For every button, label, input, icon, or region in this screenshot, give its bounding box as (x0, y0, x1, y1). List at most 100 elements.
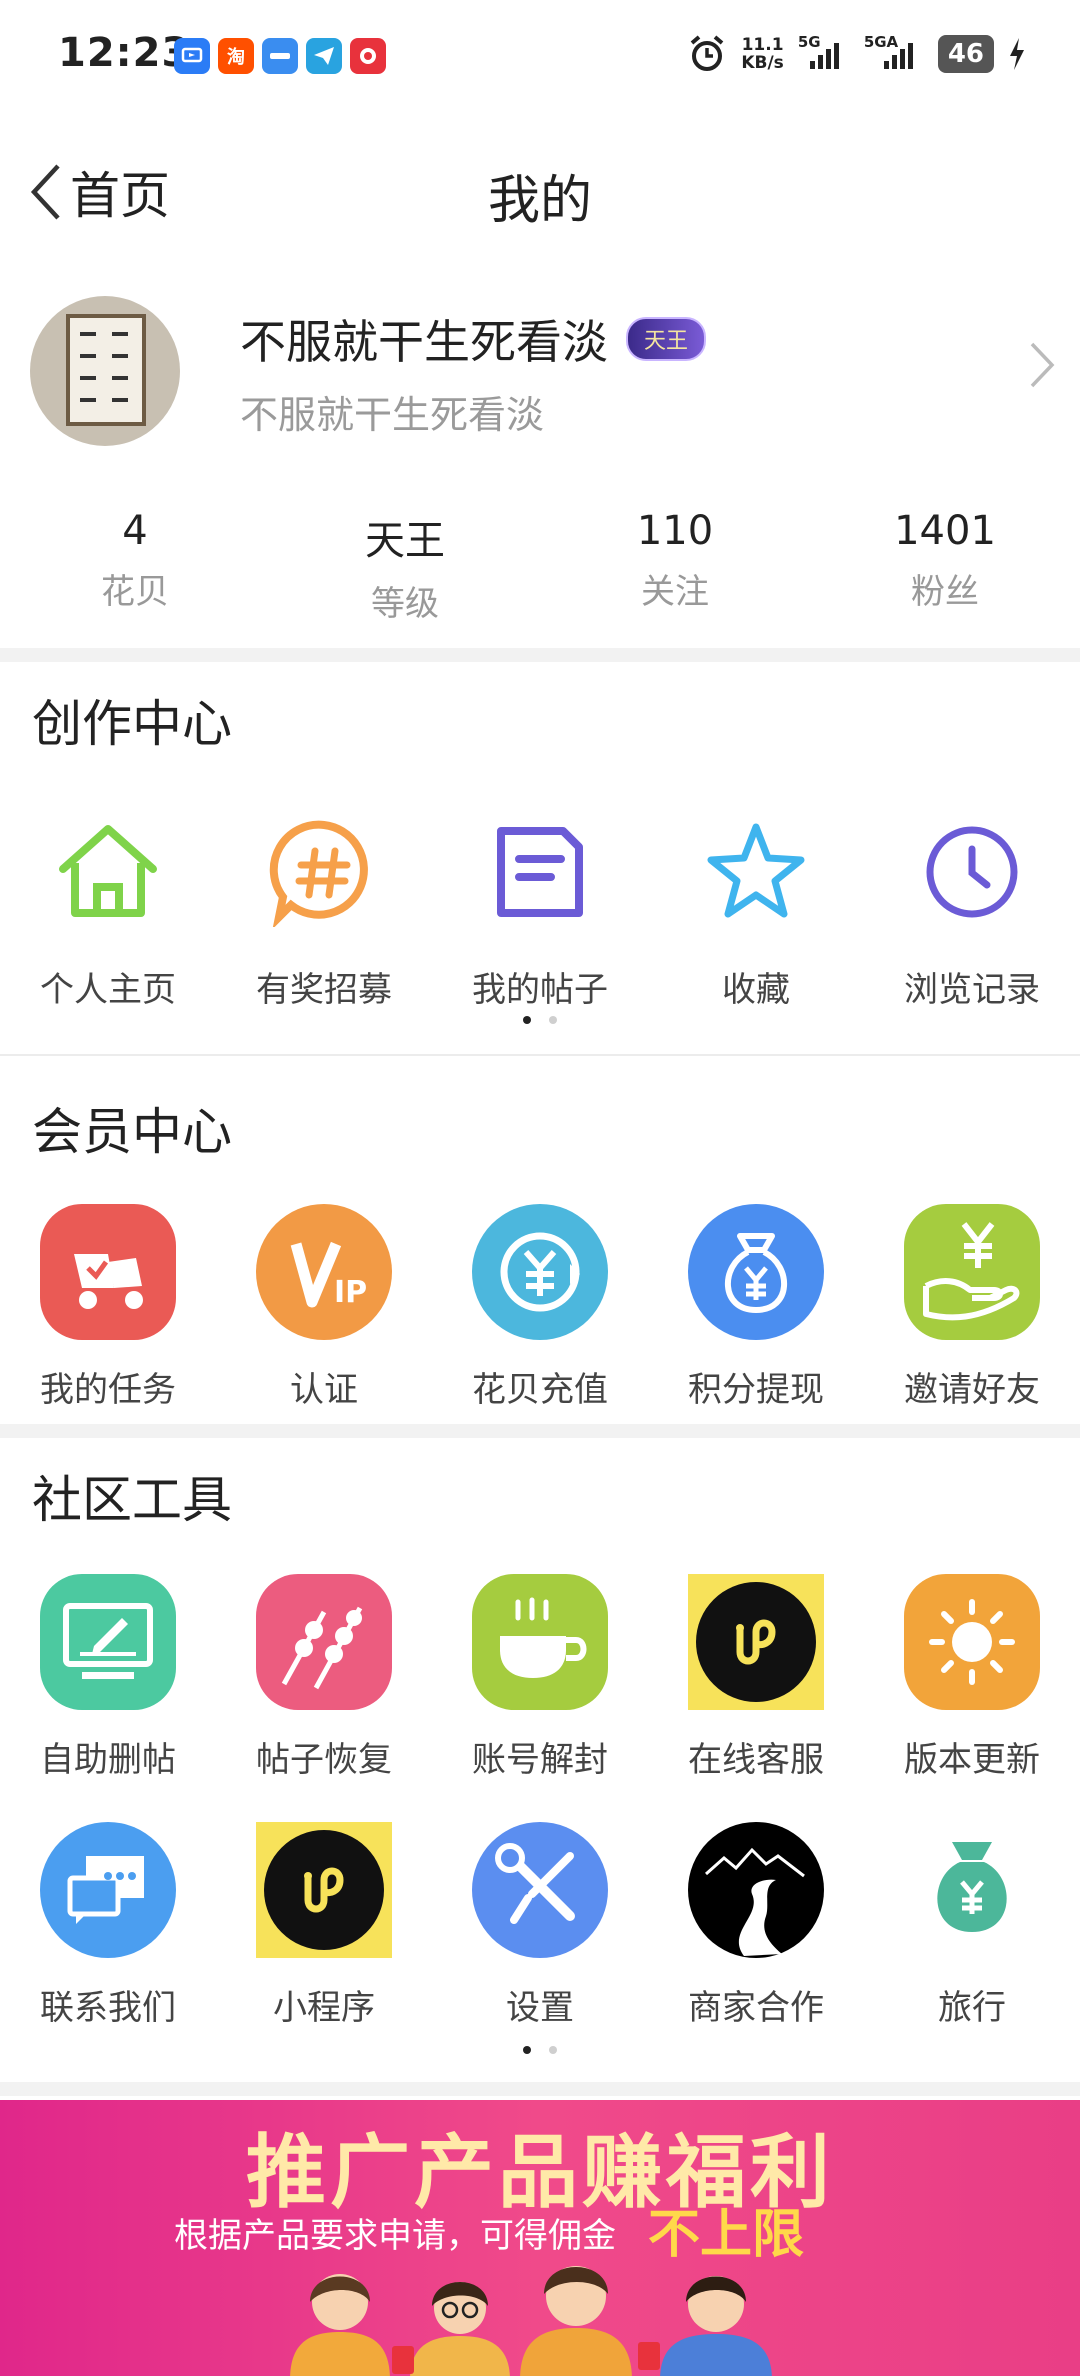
news-app-icon (262, 38, 298, 74)
section-divider (0, 2082, 1080, 2096)
stat-following[interactable]: 110 关注 (540, 508, 810, 625)
creation-center-title: 创作中心 (32, 695, 232, 753)
chevron-right-icon[interactable] (1028, 340, 1056, 390)
mini-program-icon (686, 1572, 826, 1712)
hand-yuan-icon (902, 1202, 1042, 1342)
document-icon (470, 802, 610, 942)
creation-item-favorites[interactable]: 收藏 (648, 802, 864, 1011)
member-item-withdraw[interactable]: 积分提现 (648, 1202, 864, 1411)
tool-item-version-update[interactable]: 版本更新 (864, 1572, 1080, 1781)
nav-bar: 首页 我的 (0, 140, 1080, 240)
promo-banner[interactable]: 推广产品赚福利 根据产品要求申请，可得佣金 不上限 (0, 2100, 1080, 2376)
page-title: 我的 (487, 171, 592, 231)
clock-icon (902, 802, 1042, 942)
stat-label: 等级 (371, 584, 439, 624)
wrench-screwdriver-icon (470, 1820, 610, 1960)
stat-value: 4 (122, 508, 148, 554)
item-label: 联系我们 (40, 1988, 176, 2028)
coffee-cup-icon (470, 1572, 610, 1712)
profile-subtitle: 不服就干生死看淡 (240, 393, 545, 437)
home-icon (38, 802, 178, 942)
mini-program-icon (254, 1820, 394, 1960)
signal-5ga-icon: 5GA (864, 33, 924, 69)
net-speed: 11.1 KB/s (741, 35, 784, 73)
creation-item-history[interactable]: 浏览记录 (864, 802, 1080, 1011)
item-label: 我的任务 (40, 1370, 176, 1410)
stat-label: 关注 (641, 572, 709, 612)
money-bag-icon (902, 1820, 1042, 1960)
item-label: 收藏 (722, 970, 790, 1010)
member-item-tasks[interactable]: 我的任务 (0, 1202, 216, 1411)
creation-item-posts[interactable]: 我的帖子 (432, 802, 648, 1011)
item-label: 账号解封 (472, 1740, 608, 1780)
chat-bubbles-icon (38, 1820, 178, 1960)
creation-grid: 个人主页 有奖招募 我的帖子 收藏 浏览记录 (0, 802, 1080, 1011)
tools-grid-row-2: 联系我们 小程序 设置 商家合作 旅行 (0, 1820, 1080, 2029)
item-label: 设置 (506, 1988, 574, 2028)
tool-item-unban-account[interactable]: 账号解封 (432, 1572, 648, 1781)
banner-people-illustration (290, 2266, 772, 2376)
section-divider (0, 1424, 1080, 1438)
task-icon (38, 1202, 178, 1342)
tool-item-delete-post[interactable]: 自助删帖 (0, 1572, 216, 1781)
battery-icon: 46 (937, 35, 994, 73)
sun-icon (902, 1572, 1042, 1712)
member-center-title: 会员中心 (32, 1103, 232, 1161)
creation-item-home[interactable]: 个人主页 (0, 802, 216, 1011)
profile-name-row: 不服就干生死看淡 天王 (240, 306, 707, 372)
tool-item-travel[interactable]: 旅行 (864, 1820, 1080, 2029)
item-label: 有奖招募 (256, 970, 392, 1010)
banner-title: 推广产品赚福利 (246, 2126, 834, 2219)
item-label: 积分提现 (688, 1370, 824, 1410)
item-label: 版本更新 (904, 1740, 1040, 1780)
hashtag-bubble-icon (254, 802, 394, 942)
member-item-verify[interactable]: IP 认证 (216, 1202, 432, 1411)
profile-card[interactable]: 不服就干生死看淡 天王 不服就干生死看淡 (0, 288, 1080, 458)
tv-app-icon (174, 38, 210, 74)
alarm-icon (691, 35, 724, 71)
signal-5g-icon: 5G (798, 33, 850, 69)
member-item-recharge[interactable]: 花贝充值 (432, 1202, 648, 1411)
item-label: 自助删帖 (40, 1740, 176, 1780)
stat-huabei[interactable]: 4 花贝 (0, 508, 270, 625)
status-time: 12:23 (58, 30, 191, 76)
tool-item-contact-us[interactable]: 联系我们 (0, 1820, 216, 2029)
item-label: 认证 (290, 1370, 358, 1410)
creation-item-recruit[interactable]: 有奖招募 (216, 802, 432, 1011)
tools-grid-row-1: 自助删帖 帖子恢复 账号解封 在线客服 版本更新 (0, 1572, 1080, 1781)
stat-label: 花贝 (101, 572, 169, 612)
section-divider (0, 648, 1080, 662)
stat-level[interactable]: 天王 等级 (270, 508, 540, 625)
profile-name: 不服就干生死看淡 (240, 315, 608, 369)
tool-item-online-service[interactable]: 在线客服 (648, 1572, 864, 1781)
tool-item-business[interactable]: 商家合作 (648, 1820, 864, 2029)
charging-icon (1010, 38, 1024, 70)
item-label: 浏览记录 (904, 970, 1040, 1010)
yuan-recharge-icon (470, 1202, 610, 1342)
status-bar: 12:23 淘 11.1 KB/s 5G 5GA 46 (0, 0, 1080, 118)
tool-item-restore-post[interactable]: 帖子恢复 (216, 1572, 432, 1781)
member-item-invite[interactable]: 邀请好友 (864, 1202, 1080, 1411)
money-bag-icon (686, 1202, 826, 1342)
item-label: 在线客服 (688, 1740, 824, 1780)
profile-stats: 4 花贝 天王 等级 110 关注 1401 粉丝 (0, 508, 1080, 625)
stat-followers[interactable]: 1401 粉丝 (810, 508, 1080, 625)
page-indicator (0, 2046, 1080, 2054)
avatar[interactable] (30, 296, 180, 446)
level-badge: 天王 (626, 317, 707, 361)
stat-label: 粉丝 (911, 572, 979, 612)
taobao-app-icon: 淘 (218, 38, 254, 74)
notification-icons: 淘 (174, 38, 386, 74)
section-divider (0, 1054, 1080, 1056)
tool-item-mini-program[interactable]: 小程序 (216, 1820, 432, 2029)
red-app-icon (350, 38, 386, 74)
telegram-app-icon (306, 38, 342, 74)
stat-value: 1401 (894, 508, 996, 554)
tool-item-settings[interactable]: 设置 (432, 1820, 648, 2029)
skewer-icon (254, 1572, 394, 1712)
star-icon (686, 802, 826, 942)
page-indicator (0, 1016, 1080, 1024)
item-label: 旅行 (938, 1988, 1006, 2028)
item-label: 邀请好友 (904, 1370, 1040, 1410)
community-tools-title: 社区工具 (32, 1471, 232, 1529)
